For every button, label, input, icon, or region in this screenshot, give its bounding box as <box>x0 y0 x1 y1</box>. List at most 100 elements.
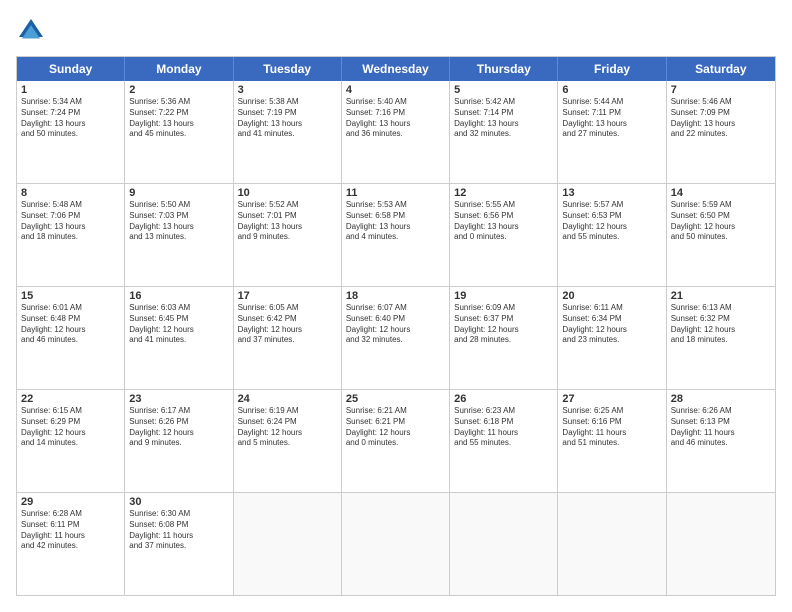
calendar-row: 8Sunrise: 5:48 AM Sunset: 7:06 PM Daylig… <box>17 184 775 287</box>
day-info: Sunrise: 6:07 AM Sunset: 6:40 PM Dayligh… <box>346 303 445 346</box>
day-number: 26 <box>454 393 553 405</box>
day-info: Sunrise: 5:59 AM Sunset: 6:50 PM Dayligh… <box>671 200 771 243</box>
day-number: 7 <box>671 84 771 96</box>
calendar-cell: 14Sunrise: 5:59 AM Sunset: 6:50 PM Dayli… <box>667 184 775 286</box>
day-info: Sunrise: 5:36 AM Sunset: 7:22 PM Dayligh… <box>129 97 228 140</box>
day-number: 25 <box>346 393 445 405</box>
calendar-row: 22Sunrise: 6:15 AM Sunset: 6:29 PM Dayli… <box>17 390 775 493</box>
day-info: Sunrise: 6:28 AM Sunset: 6:11 PM Dayligh… <box>21 509 120 552</box>
day-number: 28 <box>671 393 771 405</box>
day-info: Sunrise: 5:52 AM Sunset: 7:01 PM Dayligh… <box>238 200 337 243</box>
day-number: 9 <box>129 187 228 199</box>
day-info: Sunrise: 6:05 AM Sunset: 6:42 PM Dayligh… <box>238 303 337 346</box>
day-number: 19 <box>454 290 553 302</box>
day-number: 27 <box>562 393 661 405</box>
day-info: Sunrise: 6:03 AM Sunset: 6:45 PM Dayligh… <box>129 303 228 346</box>
day-info: Sunrise: 5:53 AM Sunset: 6:58 PM Dayligh… <box>346 200 445 243</box>
page-header <box>16 16 776 46</box>
calendar-cell: 17Sunrise: 6:05 AM Sunset: 6:42 PM Dayli… <box>234 287 342 389</box>
day-info: Sunrise: 5:34 AM Sunset: 7:24 PM Dayligh… <box>21 97 120 140</box>
day-info: Sunrise: 6:09 AM Sunset: 6:37 PM Dayligh… <box>454 303 553 346</box>
day-number: 21 <box>671 290 771 302</box>
day-number: 22 <box>21 393 120 405</box>
day-info: Sunrise: 6:13 AM Sunset: 6:32 PM Dayligh… <box>671 303 771 346</box>
calendar-cell <box>450 493 558 595</box>
weekday-header: Thursday <box>450 57 558 81</box>
calendar-cell: 2Sunrise: 5:36 AM Sunset: 7:22 PM Daylig… <box>125 81 233 183</box>
day-number: 12 <box>454 187 553 199</box>
calendar-cell: 12Sunrise: 5:55 AM Sunset: 6:56 PM Dayli… <box>450 184 558 286</box>
calendar-cell: 1Sunrise: 5:34 AM Sunset: 7:24 PM Daylig… <box>17 81 125 183</box>
calendar-cell <box>667 493 775 595</box>
day-info: Sunrise: 6:21 AM Sunset: 6:21 PM Dayligh… <box>346 406 445 449</box>
calendar-cell: 24Sunrise: 6:19 AM Sunset: 6:24 PM Dayli… <box>234 390 342 492</box>
calendar-cell: 20Sunrise: 6:11 AM Sunset: 6:34 PM Dayli… <box>558 287 666 389</box>
calendar-cell: 15Sunrise: 6:01 AM Sunset: 6:48 PM Dayli… <box>17 287 125 389</box>
day-info: Sunrise: 6:26 AM Sunset: 6:13 PM Dayligh… <box>671 406 771 449</box>
calendar-cell: 5Sunrise: 5:42 AM Sunset: 7:14 PM Daylig… <box>450 81 558 183</box>
calendar-cell: 4Sunrise: 5:40 AM Sunset: 7:16 PM Daylig… <box>342 81 450 183</box>
day-number: 24 <box>238 393 337 405</box>
day-number: 20 <box>562 290 661 302</box>
day-info: Sunrise: 6:15 AM Sunset: 6:29 PM Dayligh… <box>21 406 120 449</box>
day-info: Sunrise: 5:55 AM Sunset: 6:56 PM Dayligh… <box>454 200 553 243</box>
day-info: Sunrise: 6:25 AM Sunset: 6:16 PM Dayligh… <box>562 406 661 449</box>
calendar-row: 29Sunrise: 6:28 AM Sunset: 6:11 PM Dayli… <box>17 493 775 595</box>
calendar-cell <box>558 493 666 595</box>
day-info: Sunrise: 6:30 AM Sunset: 6:08 PM Dayligh… <box>129 509 228 552</box>
calendar-cell: 11Sunrise: 5:53 AM Sunset: 6:58 PM Dayli… <box>342 184 450 286</box>
calendar-cell: 7Sunrise: 5:46 AM Sunset: 7:09 PM Daylig… <box>667 81 775 183</box>
day-info: Sunrise: 5:46 AM Sunset: 7:09 PM Dayligh… <box>671 97 771 140</box>
day-info: Sunrise: 5:50 AM Sunset: 7:03 PM Dayligh… <box>129 200 228 243</box>
calendar-cell <box>234 493 342 595</box>
weekday-header: Monday <box>125 57 233 81</box>
day-number: 5 <box>454 84 553 96</box>
calendar-cell: 29Sunrise: 6:28 AM Sunset: 6:11 PM Dayli… <box>17 493 125 595</box>
day-info: Sunrise: 6:19 AM Sunset: 6:24 PM Dayligh… <box>238 406 337 449</box>
calendar: SundayMondayTuesdayWednesdayThursdayFrid… <box>16 56 776 596</box>
day-number: 14 <box>671 187 771 199</box>
day-number: 4 <box>346 84 445 96</box>
weekday-header: Sunday <box>17 57 125 81</box>
calendar-cell: 27Sunrise: 6:25 AM Sunset: 6:16 PM Dayli… <box>558 390 666 492</box>
day-number: 2 <box>129 84 228 96</box>
calendar-cell <box>342 493 450 595</box>
calendar-cell: 18Sunrise: 6:07 AM Sunset: 6:40 PM Dayli… <box>342 287 450 389</box>
calendar-cell: 13Sunrise: 5:57 AM Sunset: 6:53 PM Dayli… <box>558 184 666 286</box>
day-info: Sunrise: 5:44 AM Sunset: 7:11 PM Dayligh… <box>562 97 661 140</box>
calendar-cell: 10Sunrise: 5:52 AM Sunset: 7:01 PM Dayli… <box>234 184 342 286</box>
day-number: 6 <box>562 84 661 96</box>
calendar-cell: 25Sunrise: 6:21 AM Sunset: 6:21 PM Dayli… <box>342 390 450 492</box>
calendar-cell: 8Sunrise: 5:48 AM Sunset: 7:06 PM Daylig… <box>17 184 125 286</box>
logo <box>16 16 50 46</box>
day-number: 18 <box>346 290 445 302</box>
calendar-cell: 9Sunrise: 5:50 AM Sunset: 7:03 PM Daylig… <box>125 184 233 286</box>
weekday-header: Saturday <box>667 57 775 81</box>
calendar-body: 1Sunrise: 5:34 AM Sunset: 7:24 PM Daylig… <box>17 81 775 595</box>
day-number: 30 <box>129 496 228 508</box>
day-number: 10 <box>238 187 337 199</box>
calendar-row: 15Sunrise: 6:01 AM Sunset: 6:48 PM Dayli… <box>17 287 775 390</box>
calendar-cell: 3Sunrise: 5:38 AM Sunset: 7:19 PM Daylig… <box>234 81 342 183</box>
calendar-cell: 22Sunrise: 6:15 AM Sunset: 6:29 PM Dayli… <box>17 390 125 492</box>
day-number: 3 <box>238 84 337 96</box>
calendar-cell: 26Sunrise: 6:23 AM Sunset: 6:18 PM Dayli… <box>450 390 558 492</box>
day-info: Sunrise: 5:42 AM Sunset: 7:14 PM Dayligh… <box>454 97 553 140</box>
day-info: Sunrise: 5:40 AM Sunset: 7:16 PM Dayligh… <box>346 97 445 140</box>
weekday-header: Tuesday <box>234 57 342 81</box>
calendar-header: SundayMondayTuesdayWednesdayThursdayFrid… <box>17 57 775 81</box>
day-number: 1 <box>21 84 120 96</box>
calendar-cell: 21Sunrise: 6:13 AM Sunset: 6:32 PM Dayli… <box>667 287 775 389</box>
day-info: Sunrise: 6:11 AM Sunset: 6:34 PM Dayligh… <box>562 303 661 346</box>
day-number: 16 <box>129 290 228 302</box>
day-number: 17 <box>238 290 337 302</box>
day-info: Sunrise: 5:57 AM Sunset: 6:53 PM Dayligh… <box>562 200 661 243</box>
calendar-row: 1Sunrise: 5:34 AM Sunset: 7:24 PM Daylig… <box>17 81 775 184</box>
day-number: 23 <box>129 393 228 405</box>
calendar-cell: 30Sunrise: 6:30 AM Sunset: 6:08 PM Dayli… <box>125 493 233 595</box>
calendar-cell: 6Sunrise: 5:44 AM Sunset: 7:11 PM Daylig… <box>558 81 666 183</box>
day-info: Sunrise: 6:23 AM Sunset: 6:18 PM Dayligh… <box>454 406 553 449</box>
day-number: 13 <box>562 187 661 199</box>
calendar-cell: 28Sunrise: 6:26 AM Sunset: 6:13 PM Dayli… <box>667 390 775 492</box>
weekday-header: Friday <box>558 57 666 81</box>
